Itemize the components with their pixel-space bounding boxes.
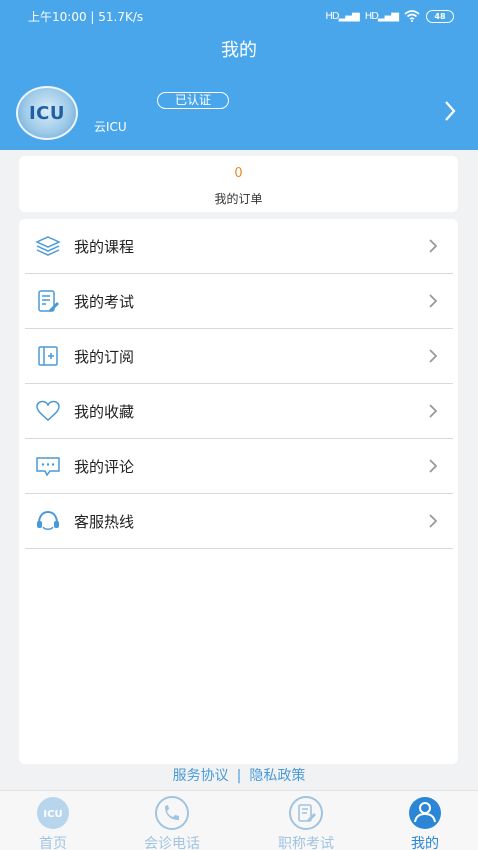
heart-icon bbox=[36, 400, 60, 421]
bottom-tab-bar: ICU 首页 会诊电话 职称考试 我的 bbox=[0, 790, 478, 850]
tab-label: 首页 bbox=[39, 836, 67, 850]
headset-icon bbox=[37, 510, 59, 530]
battery-icon: 48 bbox=[426, 9, 454, 23]
menu-item-courses[interactable]: 我的课程 bbox=[25, 219, 453, 274]
chevron-right-icon bbox=[429, 294, 438, 308]
chevron-right-icon bbox=[429, 459, 438, 473]
privacy-policy-link[interactable]: 隐私政策 bbox=[249, 768, 305, 784]
home-icu-icon: ICU bbox=[37, 797, 69, 829]
status-icons: HD▂▄▆ HD▂▄▆ 48 bbox=[325, 9, 454, 23]
menu-item-label: 我的课程 bbox=[74, 238, 135, 256]
subscribe-book-icon bbox=[38, 346, 58, 366]
avatar[interactable]: ICU bbox=[16, 86, 78, 140]
menu-item-label: 我的收藏 bbox=[74, 403, 135, 421]
footer-links: 服务协议 | 隐私政策 bbox=[0, 765, 478, 785]
chevron-right-icon bbox=[429, 514, 438, 528]
menu-item-exams[interactable]: 我的考试 bbox=[25, 274, 453, 329]
signal-icon: HD▂▄▆ bbox=[364, 10, 399, 22]
menu-item-subscriptions[interactable]: 我的订阅 bbox=[25, 329, 453, 384]
status-time-speed: 上午10:00 | 51.7K/s bbox=[28, 9, 144, 24]
menu-item-hotline[interactable]: 客服热线 bbox=[25, 494, 453, 549]
menu-item-label: 我的考试 bbox=[74, 293, 135, 311]
comment-bubble-icon bbox=[36, 457, 60, 477]
exam-icon bbox=[289, 796, 323, 830]
service-agreement-link[interactable]: 服务协议 bbox=[173, 768, 229, 784]
tab-label: 职称考试 bbox=[278, 836, 334, 850]
order-count: 0 bbox=[234, 166, 243, 181]
tab-label: 我的 bbox=[411, 836, 439, 850]
my-orders-card[interactable]: 0 我的订单 bbox=[19, 156, 458, 212]
avatar-text: ICU bbox=[28, 102, 66, 124]
signal-icon: HD▂▄▆ bbox=[325, 10, 359, 22]
tab-consult-phone[interactable]: 会诊电话 bbox=[122, 795, 222, 850]
menu-item-label: 我的评论 bbox=[74, 458, 135, 476]
tab-home[interactable]: ICU 首页 bbox=[3, 795, 103, 850]
chevron-right-icon bbox=[429, 404, 438, 418]
phone-icon bbox=[155, 796, 189, 830]
chevron-right-icon bbox=[429, 349, 438, 363]
wifi-icon bbox=[404, 10, 420, 22]
menu-item-comments[interactable]: 我的评论 bbox=[25, 439, 453, 494]
tab-mine[interactable]: 我的 bbox=[375, 795, 475, 850]
status-bar: 上午10:00 | 51.7K/s HD▂▄▆ HD▂▄▆ 48 bbox=[0, 0, 478, 32]
svg-text:ICU: ICU bbox=[43, 809, 62, 820]
order-label: 我的订单 bbox=[214, 192, 263, 206]
user-icon bbox=[409, 797, 441, 829]
menu-item-label: 客服热线 bbox=[74, 513, 135, 531]
layers-icon bbox=[35, 236, 61, 256]
exam-edit-icon bbox=[38, 290, 59, 312]
menu-item-favorites[interactable]: 我的收藏 bbox=[25, 384, 453, 439]
verified-badge: 已认证 bbox=[157, 92, 229, 109]
footer-separator: | bbox=[236, 768, 242, 784]
tab-label: 会诊电话 bbox=[144, 836, 200, 850]
chevron-right-icon[interactable] bbox=[440, 98, 460, 124]
chevron-right-icon bbox=[429, 239, 438, 253]
profile-header: 上午10:00 | 51.7K/s HD▂▄▆ HD▂▄▆ 48 我的 ICU … bbox=[0, 0, 478, 150]
menu-item-label: 我的订阅 bbox=[74, 348, 135, 366]
menu-list: 我的课程 我的考试 我的订阅 我的收藏 我的评论 客服热线 bbox=[19, 219, 458, 764]
page-title: 我的 bbox=[221, 40, 257, 61]
username: 云ICU bbox=[94, 120, 127, 134]
tab-title-exam[interactable]: 职称考试 bbox=[256, 795, 356, 850]
